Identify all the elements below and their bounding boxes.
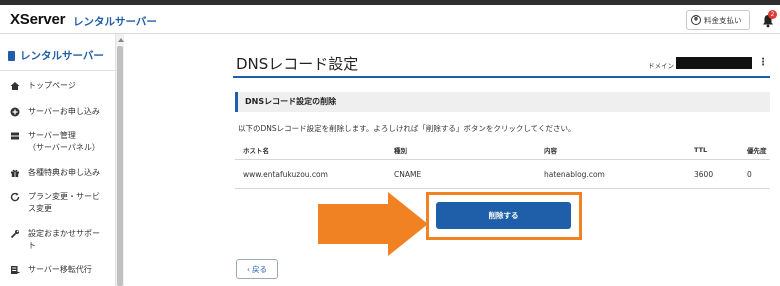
main-content — [124, 34, 780, 286]
server-block-icon — [8, 50, 15, 61]
chevron-left-icon: ‹ — [247, 264, 250, 274]
back-button[interactable]: ‹ 戻る — [236, 259, 278, 279]
sidebar: レンタルサーバー トップページ サーバーお申し込み サーバー管理 （サーバーパネル… — [0, 34, 116, 286]
table-header: ホスト名 種別 内容 TTL 優先度 — [235, 140, 770, 160]
refresh-icon — [10, 192, 20, 202]
yen-icon: ¥ — [691, 15, 701, 25]
sidebar-item-order[interactable]: サーバーお申し込み — [10, 106, 100, 118]
col-type: 種別 — [394, 146, 407, 155]
sidebar-divider — [0, 70, 116, 71]
home-icon — [10, 81, 20, 91]
description-text: 以下のDNSレコード設定を削除します。よろしければ「削除する」ボタンをクリックし… — [238, 124, 576, 133]
section-header: DNSレコード設定の削除 — [235, 92, 770, 112]
col-content: 内容 — [544, 146, 557, 155]
header: XServer レンタルサーバー ¥ 料金支払い 2 — [0, 5, 780, 34]
cell-content: hatenablog.com — [544, 170, 605, 179]
delete-button[interactable]: 削除する — [436, 202, 571, 229]
wrench-icon — [10, 229, 20, 239]
cell-priority: 0 — [747, 170, 752, 179]
sidebar-item-benefits[interactable]: 各種特典お申し込み — [10, 167, 100, 179]
arrow-right-icon — [318, 192, 428, 256]
title-underline — [233, 76, 770, 78]
domain-select-redacted[interactable] — [676, 57, 752, 69]
plus-circle-icon — [10, 107, 20, 117]
col-priority: 優先度 — [747, 146, 767, 155]
notification-badge: 2 — [768, 10, 777, 19]
sidebar-item-migration[interactable]: サーバー移転代行 — [10, 264, 92, 276]
sidebar-item-plan-change[interactable]: プラン変更・サービス変更 — [10, 191, 114, 215]
sidebar-item-top[interactable]: トップページ — [10, 80, 76, 92]
payment-label: 料金支払い — [704, 15, 742, 25]
payment-button[interactable]: ¥ 料金支払い — [686, 10, 750, 30]
logo[interactable]: XServer — [10, 11, 66, 28]
page-title: DNSレコード設定 — [236, 55, 359, 73]
table-row: www.entafukuzou.com CNAME hatenablog.com… — [235, 161, 770, 189]
col-host: ホスト名 — [243, 146, 269, 155]
sidebar-item-server-panel[interactable]: サーバー管理 （サーバーパネル） — [10, 130, 100, 154]
cell-type: CNAME — [394, 170, 422, 179]
back-label: 戻る — [252, 264, 267, 274]
sidebar-item-setup-support[interactable]: 設定おまかせサポート — [10, 228, 114, 252]
sidebar-title[interactable]: レンタルサーバー — [8, 48, 104, 63]
sidebar-scroll-thumb[interactable] — [117, 46, 123, 286]
gift-icon — [10, 168, 20, 178]
cell-ttl: 3600 — [694, 170, 714, 179]
logo-subtitle[interactable]: レンタルサーバー — [73, 14, 157, 29]
domain-label: ドメイン — [648, 62, 674, 70]
col-ttl: TTL — [694, 145, 708, 154]
more-menu-icon[interactable]: ⋮ — [758, 57, 768, 69]
cell-host: www.entafukuzou.com — [243, 170, 328, 179]
server-icon — [10, 131, 20, 141]
migration-icon — [10, 265, 20, 275]
